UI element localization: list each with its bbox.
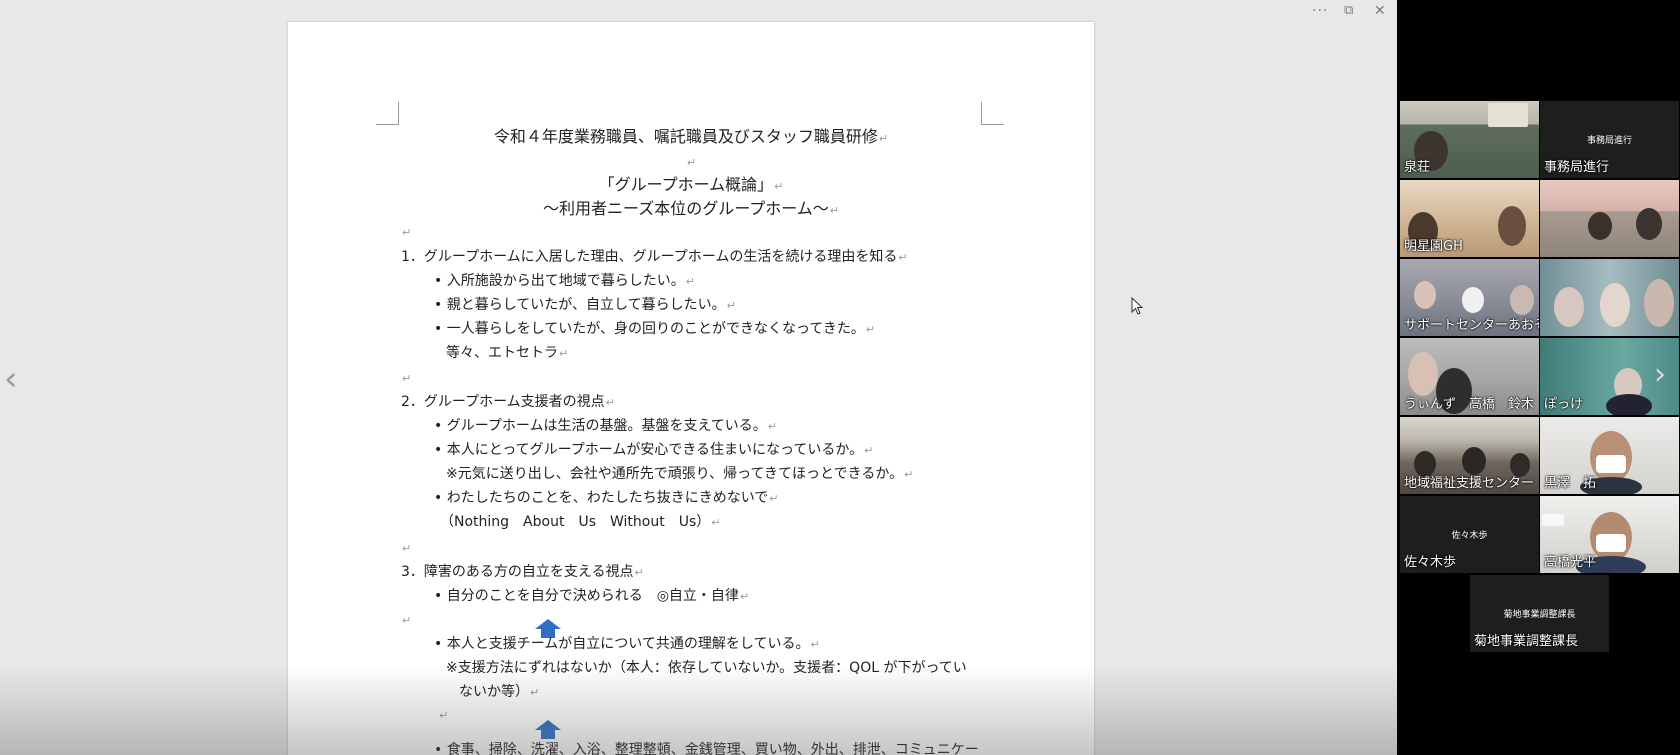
section-1-bullet: • 親と暮らしていたが、自立して暮らしたい。↵ (434, 297, 736, 313)
participant-tile[interactable]: 高橋光平 (1540, 496, 1679, 573)
participant-tile[interactable]: 事務局進行 事務局進行 (1540, 101, 1679, 178)
paragraph-mark: ↵ (402, 614, 412, 627)
close-icon[interactable]: ✕ (1374, 2, 1386, 20)
mouse-cursor-icon (1131, 297, 1144, 315)
paragraph-mark: ↵ (402, 226, 412, 239)
restore-window-icon[interactable]: ⧉ (1344, 2, 1353, 20)
section-3-bullet: • 自分のことを自分で決められる ◎自立・自律↵ (434, 588, 750, 604)
section-3-note-cont: ないか等）↵ (459, 684, 540, 700)
participant-name: サポートセンターあおぞら (1404, 318, 1539, 333)
participant-name: 高橋光平 (1544, 555, 1597, 570)
section-3-bullet: • 本人と支援チームが自立について共通の理解をしている。↵ (434, 636, 820, 652)
section-2-note: ※元気に送り出し、会社や通所先で頑張り、帰ってきてほっとできるか。↵ (446, 466, 914, 482)
document-subtitle: 「グループホーム概論」↵ (598, 175, 784, 194)
more-options-icon[interactable]: ··· (1312, 2, 1328, 20)
participant-tile[interactable] (1540, 180, 1679, 257)
section-1-bullet: • 入所施設から出て地域で暮らしたい。↵ (434, 273, 695, 289)
participant-tile[interactable]: 菊地事業調整課長 菊地事業調整課長 (1470, 575, 1609, 652)
section-2-bullet: • わたしたちのことを、わたしたち抜きにきめないで↵ (434, 490, 779, 506)
margin-corner-top-left (376, 102, 399, 125)
section-1-bullet: • 一人暮らしをしていたが、身の回りのことができなくなってきた。↵ (434, 321, 876, 337)
participant-name: 黒澤 拓 (1544, 476, 1597, 491)
participant-tile[interactable]: 泉荘 (1400, 101, 1539, 178)
previous-page-chevron-icon[interactable]: ‹ (4, 362, 18, 396)
section-2-bullet: • 本人にとってグループホームが安心できる住まいになっているか。↵ (434, 442, 874, 458)
document-title: 令和４年度業務職員、嘱託職員及びスタッフ職員研修↵ (493, 127, 889, 146)
paragraph-mark: ↵ (439, 709, 449, 722)
participant-tile[interactable]: 佐々木歩 佐々木歩 (1400, 496, 1539, 573)
participant-name: 佐々木歩 (1404, 555, 1457, 570)
section-2-heading: 2．グループホーム支援者の視点↵ (401, 394, 615, 410)
participant-tile[interactable]: 明星園GH (1400, 180, 1539, 257)
participant-name: 明星園GH (1404, 239, 1463, 254)
section-2-bullet: • グループホームは生活の基盤。基盤を支えている。↵ (434, 418, 777, 434)
participant-tile[interactable]: 地域福祉支援センター (1400, 417, 1539, 494)
section-3-bullet: • 食事、掃除、洗濯、入浴、整理整頓、金銭管理、買い物、外出、排泄、コミュニケー (434, 742, 979, 755)
participant-gallery: 泉荘 事務局進行 事務局進行 明星園GH サポートセンターあおぞら うぃん (1397, 0, 1680, 755)
document-page: 令和４年度業務職員、嘱託職員及びスタッフ職員研修↵ ↵ 「グループホーム概論」↵… (288, 22, 1094, 755)
margin-corner-top-right (981, 102, 1004, 125)
paragraph-mark: ↵ (402, 372, 412, 385)
participant-tile[interactable]: うぃんず 高橋 鈴木 (1400, 338, 1539, 415)
participant-name: ぽっけ (1544, 397, 1584, 412)
paragraph-mark: ↵ (686, 156, 697, 169)
up-arrow-icon (535, 720, 561, 740)
shared-screen: ··· ⧉ ✕ 令和４年度業務職員、嘱託職員及びスタッフ職員研修↵ ↵ 「グルー… (0, 0, 1397, 755)
section-3-heading: 3．障害のある方の自立を支える視点↵ (401, 564, 644, 580)
section-2-english: （Nothing About Us Without Us）↵ (440, 514, 721, 530)
participant-tile[interactable]: サポートセンターあおぞら (1400, 259, 1539, 336)
participant-name: 泉荘 (1404, 160, 1431, 175)
participant-name: 事務局進行 (1544, 160, 1610, 175)
participant-tile[interactable]: 黒澤 拓 (1540, 417, 1679, 494)
participant-placeholder-name: 事務局進行 (1586, 136, 1632, 146)
participant-placeholder-name: 菊地事業調整課長 (1503, 610, 1576, 620)
participant-tile[interactable] (1540, 259, 1679, 336)
participant-name: 菊地事業調整課長 (1474, 634, 1579, 649)
participant-name: うぃんず 高橋 鈴木 (1404, 397, 1535, 412)
document-subtitle-2: 〜利用者ニーズ本位のグループホーム〜↵ (543, 199, 839, 218)
participant-placeholder-name: 佐々木歩 (1451, 531, 1488, 541)
paragraph-mark: ↵ (402, 542, 412, 555)
participant-name: 地域福祉支援センター (1404, 476, 1535, 491)
section-3-note: ※支援方法にずれはないか（本人：依存していないか。支援者：QOL が下がってい (446, 660, 967, 676)
next-page-chevron-icon[interactable]: › (1654, 360, 1666, 390)
section-1-etc: 等々、エトセトラ↵ (446, 345, 569, 361)
section-1-heading: 1．グループホームに入居した理由、グループホームの生活を続ける理由を知る↵ (401, 249, 908, 265)
